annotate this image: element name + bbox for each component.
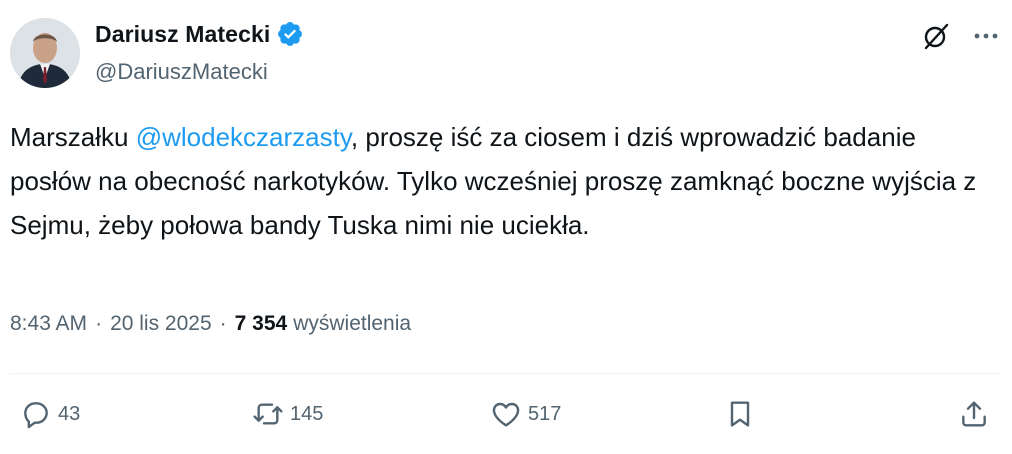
like-button[interactable]: 517 <box>490 392 561 436</box>
divider <box>10 373 1002 374</box>
bookmark-icon <box>730 401 750 427</box>
top-actions <box>920 20 1002 52</box>
action-bar: 43 145 517 <box>0 392 1012 436</box>
repost-button[interactable]: 145 <box>252 392 323 436</box>
avatar[interactable] <box>10 18 80 88</box>
tweet-meta: 8:43 AM · 20 lis 2025 · 7 354 wyświetlen… <box>10 312 411 336</box>
tweet-date[interactable]: 20 lis 2025 <box>110 312 212 336</box>
mention-link[interactable]: @wlodekczarzasty <box>136 122 351 152</box>
bookmark-button[interactable] <box>724 392 756 436</box>
author-handle[interactable]: @DariuszMatecki <box>95 59 268 85</box>
author-name[interactable]: Dariusz Matecki <box>95 21 270 48</box>
reply-icon <box>24 402 48 429</box>
meta-separator: · <box>95 312 103 335</box>
tweet-text: Marszałku @wlodekczarzasty, proszę iść z… <box>10 115 985 247</box>
repost-icon <box>253 403 283 425</box>
tweet-text-start: Marszałku <box>10 122 136 152</box>
more-icon[interactable] <box>970 20 1002 52</box>
reply-button[interactable]: 43 <box>20 392 80 436</box>
share-icon <box>962 401 986 427</box>
grok-icon[interactable] <box>920 20 952 52</box>
share-button[interactable] <box>958 392 990 436</box>
meta-separator: · <box>219 312 227 335</box>
like-icon <box>492 402 520 427</box>
like-count: 517 <box>528 402 562 425</box>
tweet-time[interactable]: 8:43 AM <box>10 312 87 336</box>
views-label[interactable]: wyświetlenia <box>293 312 411 336</box>
author-name-row[interactable]: Dariusz Matecki <box>95 20 304 48</box>
repost-count: 145 <box>290 402 324 425</box>
reply-count: 43 <box>58 402 81 425</box>
verified-badge-icon[interactable] <box>276 20 304 48</box>
views-count[interactable]: 7 354 <box>235 312 288 336</box>
